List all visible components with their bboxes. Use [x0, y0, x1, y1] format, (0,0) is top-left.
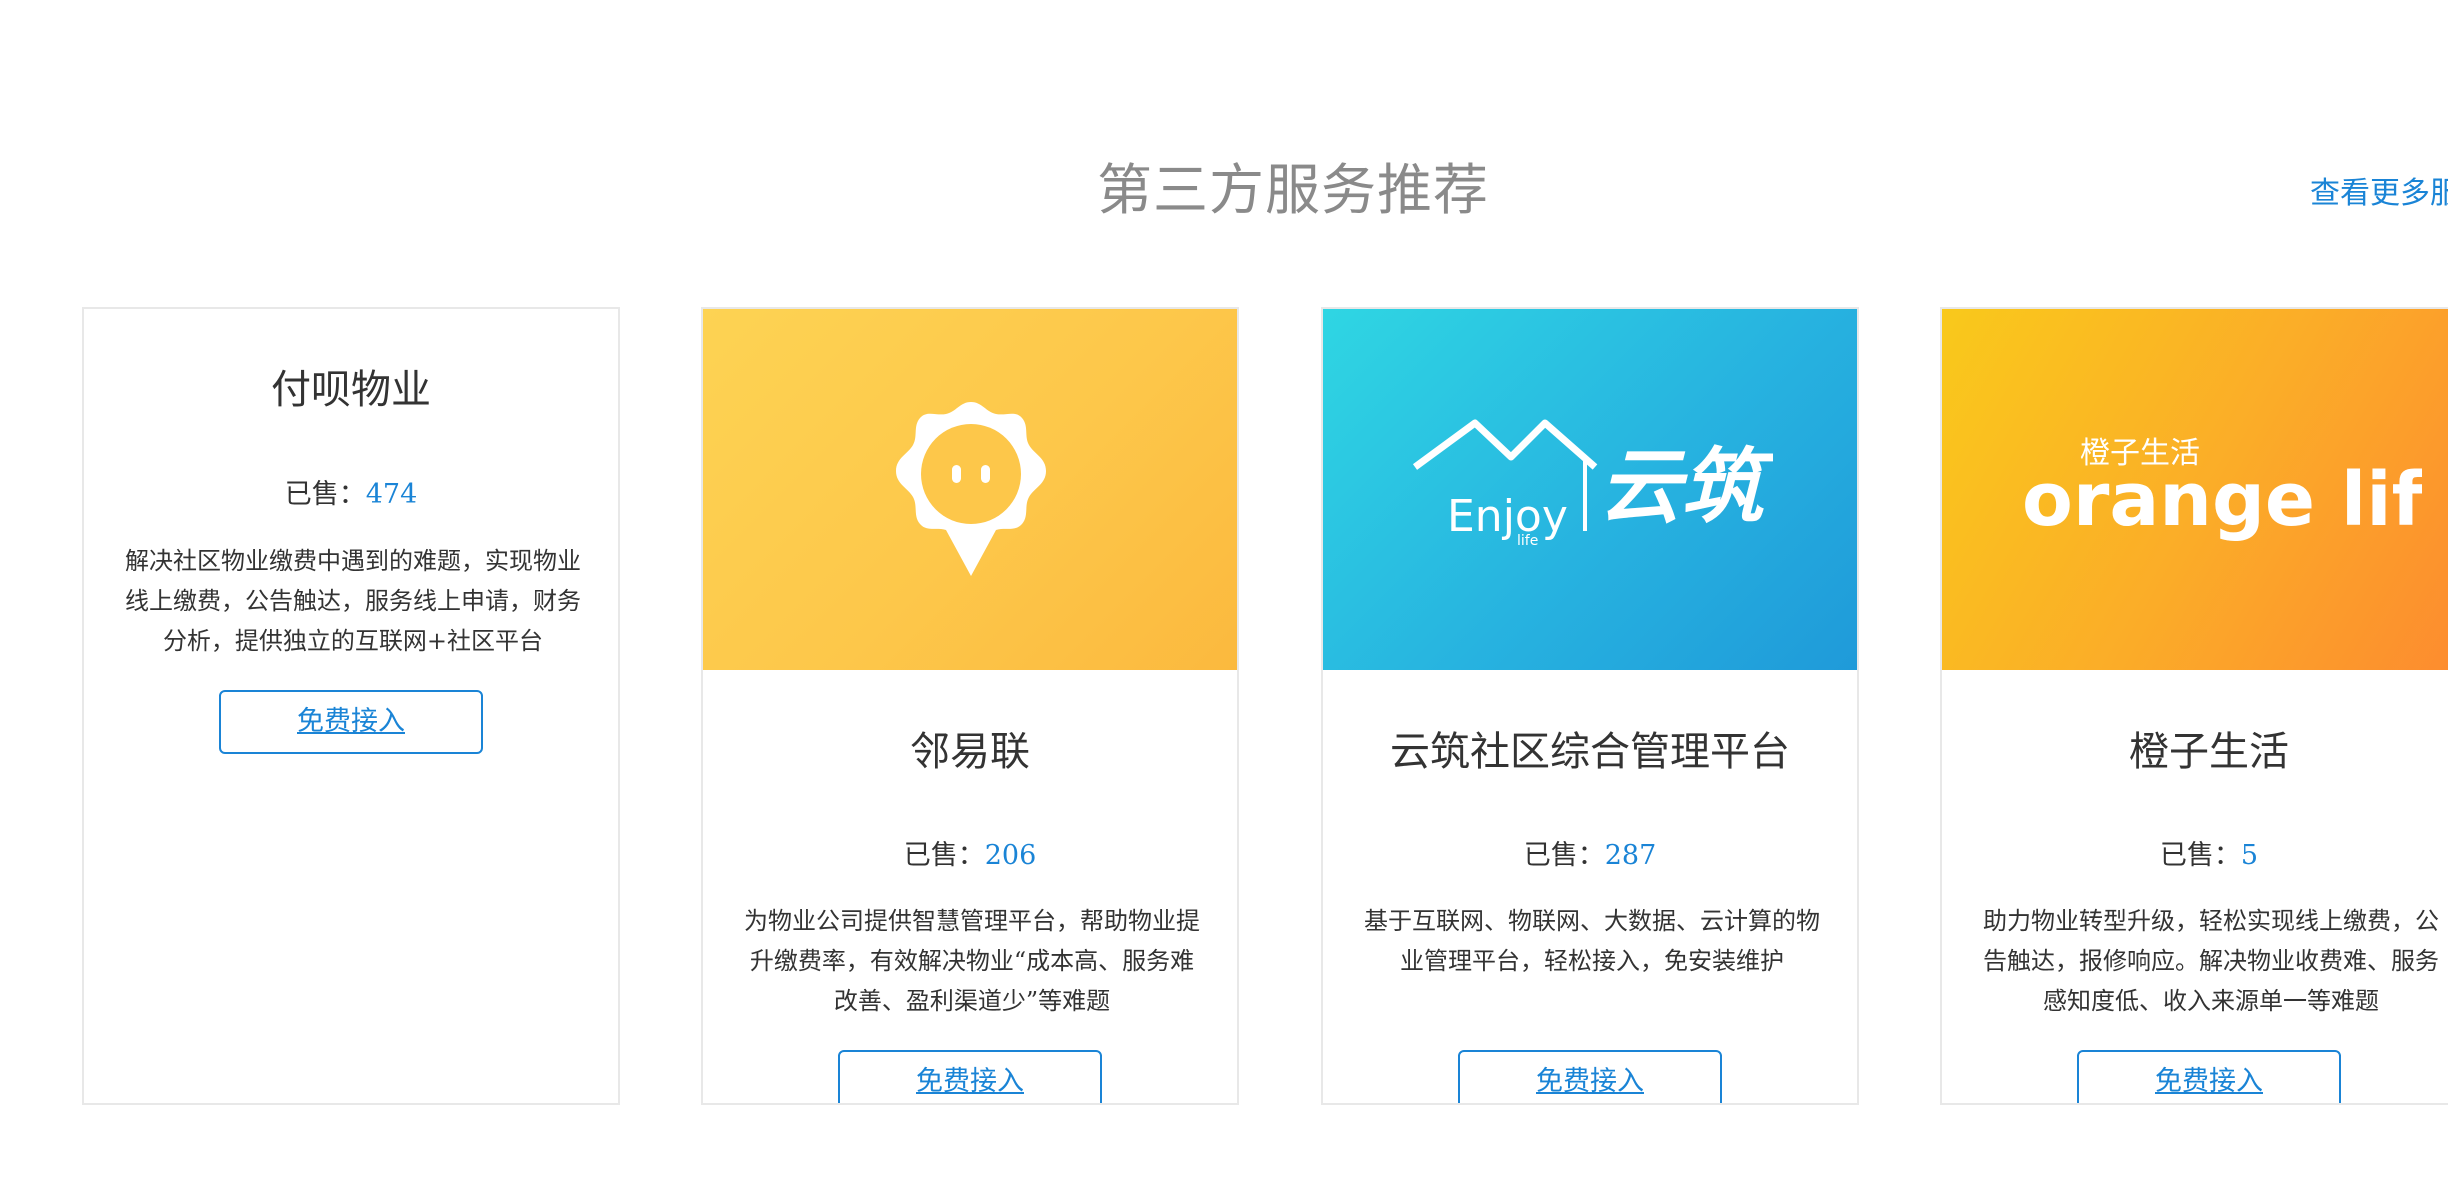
- free-access-button[interactable]: 免费接入: [838, 1050, 1102, 1103]
- sold-count: 已售：206: [703, 833, 1237, 872]
- free-access-button[interactable]: 免费接入: [1458, 1050, 1722, 1103]
- card-description: 为物业公司提供智慧管理平台，帮助物业提升缴费率，有效解决物业“成本高、服务难改善…: [744, 907, 1200, 1015]
- sold-number: 5: [2240, 840, 2259, 871]
- sold-number: 206: [984, 840, 1037, 871]
- card-description: 解决社区物业缴费中遇到的难题，实现物业线上缴费，公告触达，服务线上申请，财务分析…: [125, 547, 581, 655]
- sold-count: 已售：287: [1323, 833, 1857, 872]
- card-banner: [703, 309, 1237, 670]
- sold-count: 已售：5: [1942, 833, 2448, 872]
- orange-life-main-text: orange life: [2022, 457, 2422, 543]
- card-banner: Enjoy life 云筑: [1323, 309, 1857, 670]
- card-title: 邻易联: [910, 729, 1030, 775]
- sold-label: 已售：: [1523, 840, 1605, 871]
- linyilian-logo-icon: [896, 402, 1046, 576]
- third-party-services-section: 第三方服务推荐 查看更多服 付呗物业 已售：474 解决社区物业缴费中遇到的难题…: [0, 0, 2448, 1186]
- sold-label: 已售：: [284, 479, 366, 510]
- sold-number: 287: [1604, 840, 1657, 871]
- sold-count: 已售：474: [84, 472, 618, 511]
- service-card-fubei: 付呗物业 已售：474 解决社区物业缴费中遇到的难题，实现物业线上缴费，公告触达…: [82, 307, 620, 1105]
- card-title: 云筑社区综合管理平台: [1390, 729, 1790, 775]
- card-title: 付呗物业: [271, 367, 431, 413]
- service-card-orange-life: 橙子生活 orange life 橙子生活 已售：5 助力物业转型升级，轻松实现…: [1940, 307, 2448, 1105]
- view-more-services-link[interactable]: 查看更多服: [2310, 168, 2448, 212]
- life-text: life: [1517, 533, 1538, 549]
- yunzhu-enjoy-logo-icon: Enjoy life 云筑: [1413, 419, 1773, 549]
- yunzhu-brand-text: 云筑: [1599, 440, 1773, 535]
- sold-label: 已售：: [903, 840, 985, 871]
- sold-number: 474: [365, 479, 418, 510]
- card-description: 基于互联网、物联网、大数据、云计算的物业管理平台，轻松接入，免安装维护: [1364, 907, 1820, 975]
- free-access-button[interactable]: 免费接入: [219, 690, 483, 754]
- service-card-linyilian: 邻易联 已售：206 为物业公司提供智慧管理平台，帮助物业提升缴费率，有效解决物…: [701, 307, 1239, 1105]
- enjoy-text: Enjoy: [1447, 491, 1568, 542]
- card-title: 橙子生活: [2129, 729, 2289, 775]
- orange-life-logo-icon: 橙子生活 orange life: [2022, 436, 2422, 543]
- card-banner: 橙子生活 orange life: [1942, 309, 2448, 670]
- service-card-yunzhu: Enjoy life 云筑 云筑社区综合管理平台 已售：287 基于互联网、物联…: [1321, 307, 1859, 1105]
- card-description: 助力物业转型升级，轻松实现线上缴费，公告触达，报修响应。解决物业收费难、服务感知…: [1983, 907, 2439, 1015]
- sold-label: 已售：: [2159, 840, 2241, 871]
- section-title: 第三方服务推荐: [1097, 158, 1490, 222]
- free-access-button[interactable]: 免费接入: [2077, 1050, 2341, 1103]
